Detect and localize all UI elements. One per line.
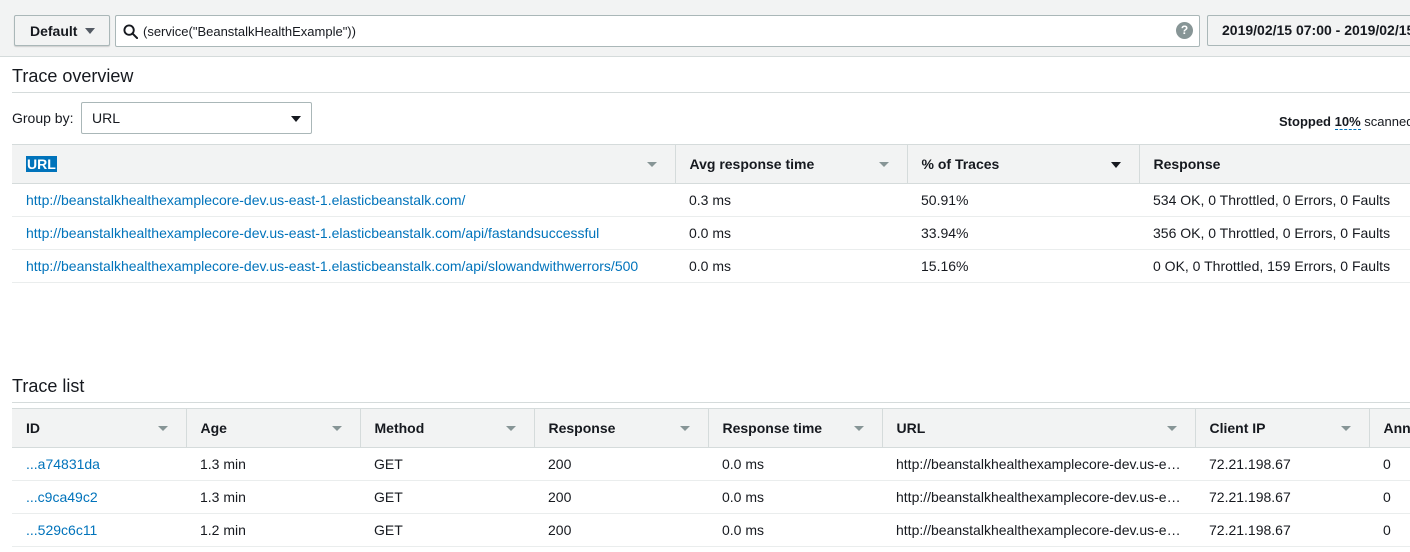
column-header-label: URL xyxy=(896,420,926,436)
sort-icon xyxy=(679,426,690,431)
client-ip-cell: 72.21.198.67 xyxy=(1195,513,1369,547)
help-icon[interactable]: ? xyxy=(1176,22,1193,39)
caret-down-icon xyxy=(291,116,301,122)
annotations-cell: 0 xyxy=(1369,480,1410,514)
avg-response-time-cell: 0.3 ms xyxy=(675,183,907,217)
sort-icon xyxy=(331,426,342,431)
table-row[interactable]: http://beanstalkhealthexamplecore-dev.us… xyxy=(12,216,1410,250)
url-cell: http://beanstalkhealthexamplecore-dev.us… xyxy=(882,480,1195,514)
column-header-label: ID xyxy=(26,420,40,436)
group-dropdown-label: Default xyxy=(30,22,78,39)
column-header-client-ip[interactable]: Client IP xyxy=(1195,408,1370,448)
url-link[interactable]: http://beanstalkhealthexamplecore-dev.us… xyxy=(12,183,675,217)
column-header-label: Response xyxy=(548,420,616,436)
percent-of-traces-cell: 50.91% xyxy=(907,183,1139,217)
trace-id-link[interactable]: ...a74831da xyxy=(12,447,186,481)
column-header-label: Annotations xyxy=(1383,420,1410,436)
filter-expression-input[interactable] xyxy=(143,19,1173,43)
avg-response-time-cell: 0.0 ms xyxy=(675,216,907,250)
column-header-label: % of Traces xyxy=(921,156,1000,172)
column-header-label: Response time xyxy=(722,420,823,436)
scan-status: Stopped 10% scanned xyxy=(1279,114,1410,130)
response-summary-cell: 0 OK, 0 Throttled, 159 Errors, 0 Faults xyxy=(1139,249,1410,283)
divider xyxy=(12,92,1410,93)
response-time-cell: 0.0 ms xyxy=(708,513,882,547)
response-cell: 200 xyxy=(534,513,708,547)
url-link[interactable]: http://beanstalkhealthexamplecore-dev.us… xyxy=(12,216,675,250)
table-row[interactable]: http://beanstalkhealthexamplecore-dev.us… xyxy=(12,183,1410,217)
trace-overview-table: URL Avg response time % of Traces Respon… xyxy=(12,144,1410,283)
filter-expression-box[interactable]: ? xyxy=(115,15,1200,47)
time-range-button[interactable]: 2019/02/15 07:00 - 2019/02/15 08:00 xyxy=(1207,15,1410,46)
divider xyxy=(12,402,1410,403)
age-cell: 1.2 min xyxy=(186,513,360,547)
column-header-label: Method xyxy=(374,420,425,436)
table-row[interactable]: http://beanstalkhealthexamplecore-dev.us… xyxy=(12,249,1410,283)
table-row[interactable]: ...c9ca49c2 1.3 min GET 200 0.0 ms http:… xyxy=(12,480,1410,514)
trace-overview-title: Trace overview xyxy=(12,66,134,86)
group-dropdown-button[interactable]: Default xyxy=(14,15,110,46)
method-cell: GET xyxy=(360,447,534,481)
column-header-avg-response-time[interactable]: Avg response time xyxy=(675,144,908,184)
column-header-annotations[interactable]: Annotations xyxy=(1369,408,1410,448)
age-cell: 1.3 min xyxy=(186,480,360,514)
response-cell: 200 xyxy=(534,480,708,514)
filter-toolbar: Default ? 2019/02/15 07:00 - 2019/02/15 … xyxy=(0,0,1410,57)
sort-descending-icon xyxy=(1110,162,1121,168)
sort-icon xyxy=(157,426,168,431)
percent-of-traces-cell: 15.16% xyxy=(907,249,1139,283)
column-header-age[interactable]: Age xyxy=(186,408,361,448)
column-header-label: Client IP xyxy=(1209,420,1266,436)
group-by-label: Group by: xyxy=(12,110,74,126)
trace-id-link[interactable]: ...529c6c11 xyxy=(12,513,186,547)
response-summary-cell: 356 OK, 0 Throttled, 0 Errors, 0 Faults xyxy=(1139,216,1410,250)
column-header-url[interactable]: URL xyxy=(12,144,676,184)
column-header-label: URL xyxy=(26,156,57,172)
scan-status-stopped: Stopped xyxy=(1279,114,1331,129)
sort-icon xyxy=(646,162,657,167)
group-by-value: URL xyxy=(92,110,121,126)
trace-id-link[interactable]: ...c9ca49c2 xyxy=(12,480,186,514)
column-header-response[interactable]: Response xyxy=(1139,144,1410,184)
caret-down-icon xyxy=(85,28,95,34)
percent-of-traces-cell: 33.94% xyxy=(907,216,1139,250)
response-summary-cell: 534 OK, 0 Throttled, 0 Errors, 0 Faults xyxy=(1139,183,1410,217)
scan-status-scanned: scanned xyxy=(1364,114,1410,129)
column-header-method[interactable]: Method xyxy=(360,408,535,448)
client-ip-cell: 72.21.198.67 xyxy=(1195,447,1369,481)
table-row[interactable]: ...529c6c11 1.2 min GET 200 0.0 ms http:… xyxy=(12,513,1410,547)
sort-icon xyxy=(853,426,864,431)
annotations-cell: 0 xyxy=(1369,513,1410,547)
client-ip-cell: 72.21.198.67 xyxy=(1195,480,1369,514)
sort-icon xyxy=(1340,426,1351,431)
column-header-response-time[interactable]: Response time xyxy=(708,408,883,448)
response-time-cell: 0.0 ms xyxy=(708,480,882,514)
column-header-percent-of-traces[interactable]: % of Traces xyxy=(907,144,1140,184)
sort-icon xyxy=(1166,426,1177,431)
age-cell: 1.3 min xyxy=(186,447,360,481)
search-icon xyxy=(123,24,138,39)
column-header-response[interactable]: Response xyxy=(534,408,709,448)
annotations-cell: 0 xyxy=(1369,447,1410,481)
avg-response-time-cell: 0.0 ms xyxy=(675,249,907,283)
table-row[interactable]: ...a74831da 1.3 min GET 200 0.0 ms http:… xyxy=(12,447,1410,481)
column-header-id[interactable]: ID xyxy=(12,408,187,448)
trace-list-title: Trace list xyxy=(12,376,85,396)
url-cell: http://beanstalkhealthexamplecore-dev.us… xyxy=(882,447,1195,481)
method-cell: GET xyxy=(360,480,534,514)
trace-list-table: ID Age Method Response Response time URL… xyxy=(12,408,1410,547)
url-cell: http://beanstalkhealthexamplecore-dev.us… xyxy=(882,513,1195,547)
column-header-url[interactable]: URL xyxy=(882,408,1196,448)
column-header-label: Age xyxy=(200,420,227,436)
url-link[interactable]: http://beanstalkhealthexamplecore-dev.us… xyxy=(12,249,675,283)
group-by-select[interactable]: URL xyxy=(81,102,312,134)
response-cell: 200 xyxy=(534,447,708,481)
response-time-cell: 0.0 ms xyxy=(708,447,882,481)
scan-status-percent[interactable]: 10% xyxy=(1334,114,1361,130)
column-header-label: Avg response time xyxy=(689,156,815,172)
sort-icon xyxy=(878,162,889,167)
method-cell: GET xyxy=(360,513,534,547)
sort-icon xyxy=(505,426,516,431)
column-header-label: Response xyxy=(1153,156,1221,172)
